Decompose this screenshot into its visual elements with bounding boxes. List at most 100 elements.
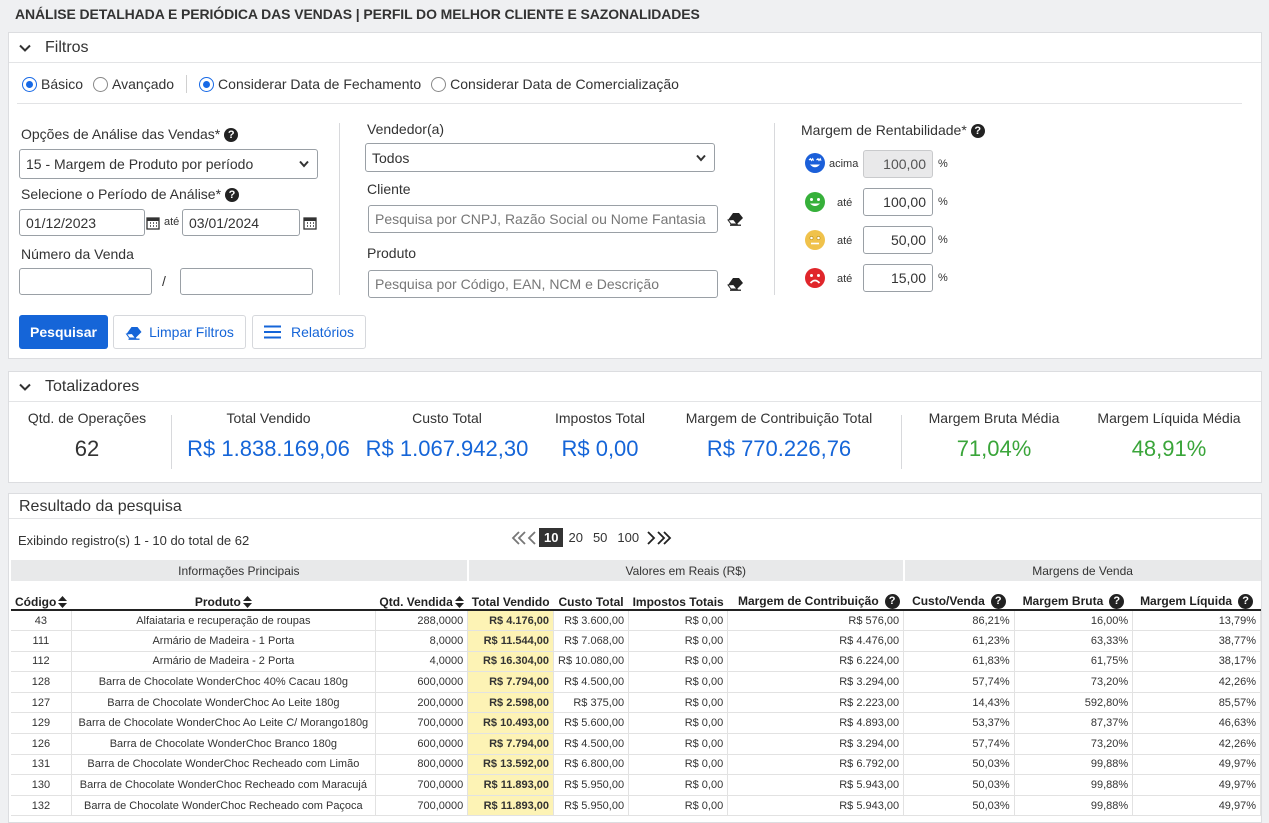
total-ops-label: Qtd. de Operações (27, 410, 147, 426)
table-row[interactable]: 128 Barra de Chocolate WonderChoc 40% Cac… (11, 671, 1261, 693)
radio-date-commercial[interactable] (431, 76, 447, 92)
analysis-select[interactable]: 15 - Margem de Produto por período (19, 149, 318, 179)
next-page-icon[interactable] (646, 530, 656, 545)
margin-above-input[interactable]: 100,00 (863, 150, 933, 178)
radio-advanced[interactable] (93, 76, 109, 92)
radio-basic[interactable] (22, 76, 37, 92)
table-cell: 800,0000 (375, 754, 469, 776)
table-cell: 42,26% (1132, 671, 1261, 693)
prev-page-icon[interactable] (527, 530, 537, 545)
table-cell: R$ 7.794,00 (467, 671, 555, 693)
table-cell: Barra de Chocolate WonderChoc Ao Leite C… (71, 712, 376, 735)
total-cost-value: R$ 1.067.942,30 (365, 436, 529, 461)
table-cell: 16,00% (1014, 610, 1134, 632)
table-cell: R$ 375,00 (553, 692, 630, 714)
eraser-icon[interactable] (727, 211, 744, 226)
table-cell: R$ 0,00 (628, 651, 729, 673)
clear-filters-button[interactable]: Limpar Filtros (113, 315, 246, 349)
margin-green-input[interactable]: 100,00 (863, 188, 933, 216)
radio-date-closing[interactable] (199, 76, 215, 92)
table-row[interactable]: 127 Barra de Chocolate WonderChoc Ao Leit… (11, 692, 1261, 714)
col-total-sold: Total Vendido (467, 581, 554, 611)
col-code[interactable]: Código (11, 581, 72, 611)
eraser-icon[interactable] (727, 276, 744, 291)
table-row[interactable]: 131 Barra de Chocolate WonderChoc Rechead… (11, 754, 1261, 776)
margin-red-input[interactable]: 15,00 (863, 264, 933, 292)
search-button[interactable]: Pesquisar (19, 315, 108, 349)
results-title: Resultado da pesquisa (19, 498, 182, 515)
pagination: 10 20 50 100 (511, 528, 672, 547)
table-row[interactable]: 126 Barra de Chocolate WonderChoc Branco … (11, 733, 1261, 755)
smiley-yellow-icon (805, 230, 825, 250)
table-cell: 700,0000 (375, 712, 469, 735)
help-icon[interactable]: ? (990, 594, 1006, 609)
results-count: Exibindo registro(s) 1 - 10 do total de … (18, 533, 250, 548)
table-cell: 85,57% (1132, 692, 1261, 714)
table-cell: Barra de Chocolate WonderChoc Ao Leite 1… (71, 692, 376, 714)
table-cell: 288,0000 (375, 610, 469, 632)
client-label: Cliente (367, 181, 411, 197)
date-from-input[interactable]: 01/12/2023 (19, 209, 145, 236)
sale-number-slash: / (162, 273, 166, 289)
col-product[interactable]: Produto (71, 581, 376, 611)
table-cell: 87,37% (1014, 712, 1134, 735)
page-size-option[interactable]: 20 (563, 528, 587, 547)
filters-header[interactable]: Filtros (9, 33, 1261, 63)
table-cell: R$ 0,00 (628, 712, 729, 735)
chevron-down-icon (19, 44, 31, 52)
help-icon[interactable]: ? (224, 128, 239, 142)
table-cell: 592,80% (1014, 692, 1134, 714)
chevron-down-icon (19, 383, 31, 391)
margin-yellow-input[interactable]: 50,00 (863, 226, 933, 254)
calendar-icon[interactable] (303, 216, 317, 230)
calendar-icon[interactable] (146, 216, 160, 230)
table-cell: R$ 6.800,00 (553, 754, 630, 776)
table-cell: R$ 7.068,00 (553, 630, 630, 652)
total-cost-label: Custo Total (412, 410, 482, 426)
sale-number-from[interactable] (19, 268, 152, 295)
page-size-option[interactable]: 10 (539, 528, 564, 547)
help-icon[interactable]: ? (225, 188, 240, 202)
page-size-option[interactable]: 50 (588, 528, 612, 547)
table-row[interactable]: 43 Alfaiataria e recuperação de roupas 288… (11, 610, 1261, 632)
date-to-input[interactable]: 03/01/2024 (182, 209, 300, 236)
help-icon[interactable]: ? (884, 594, 900, 609)
table-cell: 200,0000 (375, 692, 469, 714)
table-cell: 130 (11, 774, 72, 796)
table-row[interactable]: 111 Armário de Madeira - 1 Porta 8,0000 R$ … (11, 630, 1261, 652)
total-contribution-label: Margem de Contribuição Total (685, 410, 873, 426)
table-cell: 131 (11, 754, 72, 776)
help-icon[interactable]: ? (1109, 594, 1125, 609)
page-size-option[interactable]: 100 (612, 528, 644, 547)
product-search-input[interactable]: Pesquisa por Código, EAN, NCM e Descriçã… (368, 270, 718, 298)
client-search-input[interactable]: Pesquisa por CNPJ, Razão Social ou Nome … (368, 205, 718, 233)
table-cell: R$ 4.500,00 (553, 671, 630, 693)
seller-select[interactable]: Todos (365, 143, 715, 172)
table-row[interactable]: 129 Barra de Chocolate WonderChoc Ao Leit… (11, 712, 1261, 735)
sale-number-to[interactable] (180, 268, 313, 295)
col-qty[interactable]: Qtd. Vendida (375, 581, 468, 611)
filters-panel: Filtros Básico Avançado Considerar Data … (8, 32, 1262, 359)
table-row[interactable]: 112 Armário de Madeira - 2 Porta 4,0000 R$ … (11, 651, 1261, 673)
table-cell: 600,0000 (375, 733, 469, 755)
table-cell: 86,21% (903, 610, 1015, 632)
smiley-blue-icon (805, 153, 825, 173)
table-cell: 61,23% (903, 630, 1015, 652)
first-page-icon[interactable] (511, 530, 527, 545)
table-cell: R$ 3.600,00 (553, 610, 630, 632)
table-row[interactable]: 132 Barra de Chocolate WonderChoc Rechead… (11, 795, 1261, 817)
help-icon[interactable]: ? (1238, 594, 1254, 609)
table-row[interactable]: 130 Barra de Chocolate WonderChoc Rechead… (11, 774, 1261, 796)
table-cell: R$ 4.500,00 (553, 733, 630, 755)
radio-date-closing-label: Considerar Data de Fechamento (218, 76, 422, 92)
last-page-icon[interactable] (656, 530, 672, 545)
reports-button[interactable]: Relatórios (252, 315, 366, 349)
table-cell: Barra de Chocolate WonderChoc Recheado c… (71, 774, 376, 796)
radio-date-commercial-label: Considerar Data de Comercialização (450, 76, 679, 92)
col-cost-sale: Custo/Venda? (903, 581, 1015, 611)
table-cell: R$ 5.943,00 (727, 774, 905, 796)
col-contribution: Margem de Contribuição? (727, 581, 904, 611)
totals-header[interactable]: Totalizadores (9, 372, 1261, 402)
table-cell: Barra de Chocolate WonderChoc Recheado c… (71, 754, 376, 776)
help-icon[interactable]: ? (970, 124, 985, 138)
